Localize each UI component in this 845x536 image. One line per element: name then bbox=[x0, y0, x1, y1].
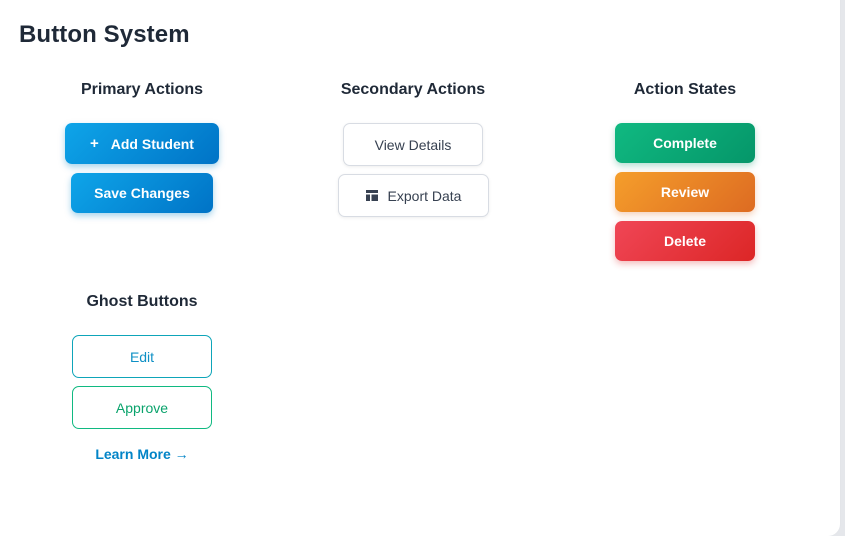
view-details-label: View Details bbox=[374, 136, 452, 153]
page-title: Button System bbox=[19, 21, 190, 48]
approve-label: Approve bbox=[115, 399, 169, 416]
add-student-label: Add Student bbox=[110, 135, 194, 152]
complete-label: Complete bbox=[653, 135, 717, 151]
review-label: Review bbox=[660, 184, 710, 200]
edit-button[interactable]: Edit bbox=[72, 335, 212, 378]
plus-icon: + bbox=[90, 135, 99, 152]
view-details-button[interactable]: View Details bbox=[343, 123, 483, 166]
save-changes-label: Save Changes bbox=[94, 185, 190, 201]
learn-more-link[interactable]: Learn More → bbox=[72, 446, 212, 462]
delete-label: Delete bbox=[663, 233, 707, 249]
review-button[interactable]: Review bbox=[615, 172, 755, 212]
approve-button[interactable]: Approve bbox=[72, 386, 212, 429]
table-icon bbox=[365, 190, 378, 201]
export-data-button[interactable]: Export Data bbox=[338, 174, 489, 217]
ghost-buttons-title: Ghost Buttons bbox=[86, 293, 198, 310]
complete-button[interactable]: Complete bbox=[615, 123, 755, 163]
primary-actions-title: Primary Actions bbox=[80, 81, 204, 98]
save-changes-button[interactable]: Save Changes bbox=[71, 173, 213, 213]
action-states-title: Action States bbox=[633, 81, 737, 98]
delete-button[interactable]: Delete bbox=[615, 221, 755, 261]
add-student-button[interactable]: + Add Student bbox=[65, 123, 219, 164]
edit-label: Edit bbox=[129, 348, 155, 365]
export-data-label: Export Data bbox=[387, 187, 462, 204]
secondary-actions-title: Secondary Actions bbox=[340, 81, 486, 98]
button-system-panel: Button System Primary Actions + Add Stud… bbox=[0, 0, 840, 536]
